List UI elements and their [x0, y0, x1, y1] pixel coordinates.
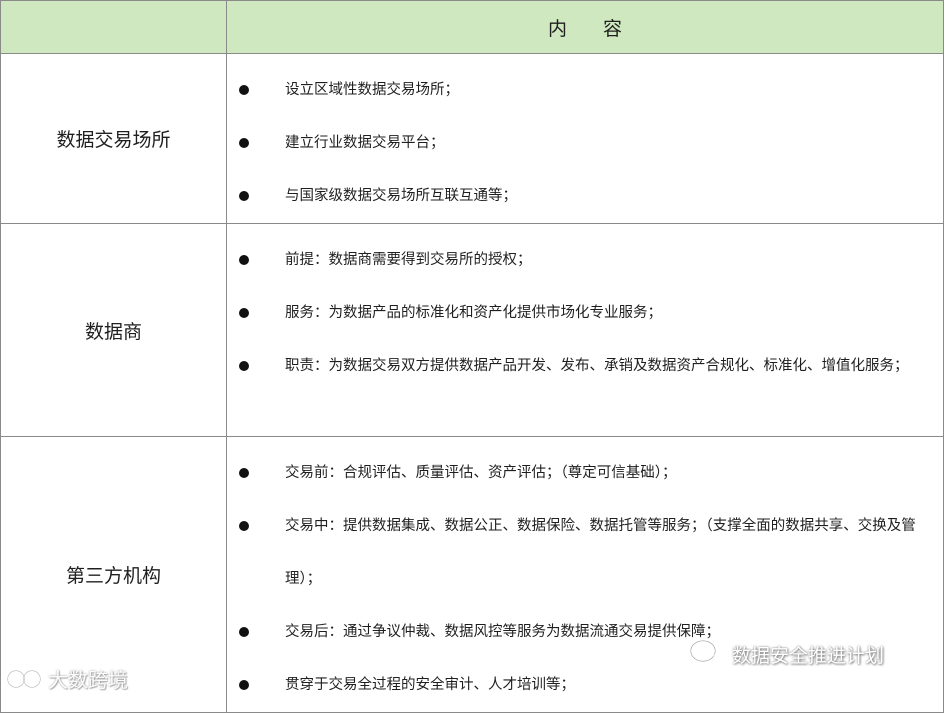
list-item-text: 交易中：提供数据集成、数据公正、数据保险、数据托管等服务；（支撑全面的数据共享、…	[285, 518, 916, 587]
list-item-text: 前提：数据商需要得到交易所的授权；	[285, 252, 532, 268]
wechat-icon	[690, 640, 723, 666]
bullet-icon	[239, 138, 249, 148]
bullet-icon	[239, 680, 249, 690]
list-item-text: 建立行业数据交易平台；	[285, 135, 445, 151]
bullet-icon	[239, 255, 249, 265]
list-item: 服务：为数据产品的标准化和资产化提供市场化专业服务；	[227, 287, 931, 340]
list-item: 交易中：提供数据集成、数据公正、数据保险、数据托管等服务；（支撑全面的数据共享、…	[227, 500, 931, 606]
table-row: 数据商 前提：数据商需要得到交易所的授权； 服务：为数据产品的标准化和资产化提供…	[0, 223, 944, 437]
list-item: 交易前：合规评估、质量评估、资产评估；（尊定可信基础）；	[227, 447, 931, 500]
content-table: 内容 数据交易场所 设立区域性数据交易场所； 建立行业数据交易平台； 与国家级数…	[0, 0, 944, 713]
list-item-text: 交易前：合规评估、质量评估、资产评估；（尊定可信基础）；	[285, 465, 677, 481]
header-right-cell: 内容	[226, 0, 944, 54]
header-left-cell	[0, 0, 227, 54]
bullet-list: 设立区域性数据交易场所； 建立行业数据交易平台； 与国家级数据交易场所互联互通等…	[227, 54, 943, 223]
list-item: 设立区域性数据交易场所；	[227, 64, 931, 117]
watermark-left: 大数跨境	[6, 664, 128, 693]
list-item: 建立行业数据交易平台；	[227, 117, 931, 170]
list-item-text: 设立区域性数据交易场所；	[285, 82, 459, 98]
watermark-left-text: 大数跨境	[48, 668, 128, 692]
list-item-text: 与国家级数据交易场所互联互通等；	[285, 188, 517, 204]
list-item-text: 服务：为数据产品的标准化和资产化提供市场化专业服务；	[285, 305, 662, 321]
bullet-icon	[239, 308, 249, 318]
watermark-right: 数据安全推进计划	[690, 640, 884, 668]
list-item-text: 职责：为数据交易双方提供数据产品开发、发布、承销及数据资产合规化、标准化、增值化…	[285, 358, 909, 374]
header-title: 内容	[547, 17, 658, 40]
list-item: 前提：数据商需要得到交易所的授权；	[227, 234, 931, 287]
content-cell: 前提：数据商需要得到交易所的授权； 服务：为数据产品的标准化和资产化提供市场化专…	[226, 223, 944, 437]
bullet-icon	[239, 361, 249, 371]
category-cell: 数据商	[0, 223, 227, 437]
bullet-list: 交易前：合规评估、质量评估、资产评估；（尊定可信基础）； 交易中：提供数据集成、…	[227, 437, 943, 712]
content-cell: 交易前：合规评估、质量评估、资产评估；（尊定可信基础）； 交易中：提供数据集成、…	[226, 436, 944, 713]
logo-icon	[7, 669, 41, 688]
bullet-icon	[239, 468, 249, 478]
list-item: 与国家级数据交易场所互联互通等；	[227, 170, 931, 223]
list-item: 职责：为数据交易双方提供数据产品开发、发布、承销及数据资产合规化、标准化、增值化…	[227, 340, 931, 393]
list-item-text: 贯穿于交易全过程的安全审计、人才培训等；	[285, 677, 575, 693]
category-cell: 数据交易场所	[0, 53, 227, 224]
watermark-right-text: 数据安全推进计划	[732, 644, 885, 667]
table-header-row: 内容	[0, 0, 944, 54]
content-cell: 设立区域性数据交易场所； 建立行业数据交易平台； 与国家级数据交易场所互联互通等…	[226, 53, 944, 224]
bullet-icon	[239, 191, 249, 201]
bullet-icon	[239, 521, 249, 531]
list-item-text: 交易后：通过争议仲裁、数据风控等服务为数据流通交易提供保障；	[285, 624, 720, 640]
table-row: 第三方机构 交易前：合规评估、质量评估、资产评估；（尊定可信基础）； 交易中：提…	[0, 436, 944, 713]
bullet-icon	[239, 627, 249, 637]
bullet-icon	[239, 85, 249, 95]
table-row: 数据交易场所 设立区域性数据交易场所； 建立行业数据交易平台； 与国家级数据交易…	[0, 53, 944, 224]
bullet-list: 前提：数据商需要得到交易所的授权； 服务：为数据产品的标准化和资产化提供市场化专…	[227, 224, 943, 393]
